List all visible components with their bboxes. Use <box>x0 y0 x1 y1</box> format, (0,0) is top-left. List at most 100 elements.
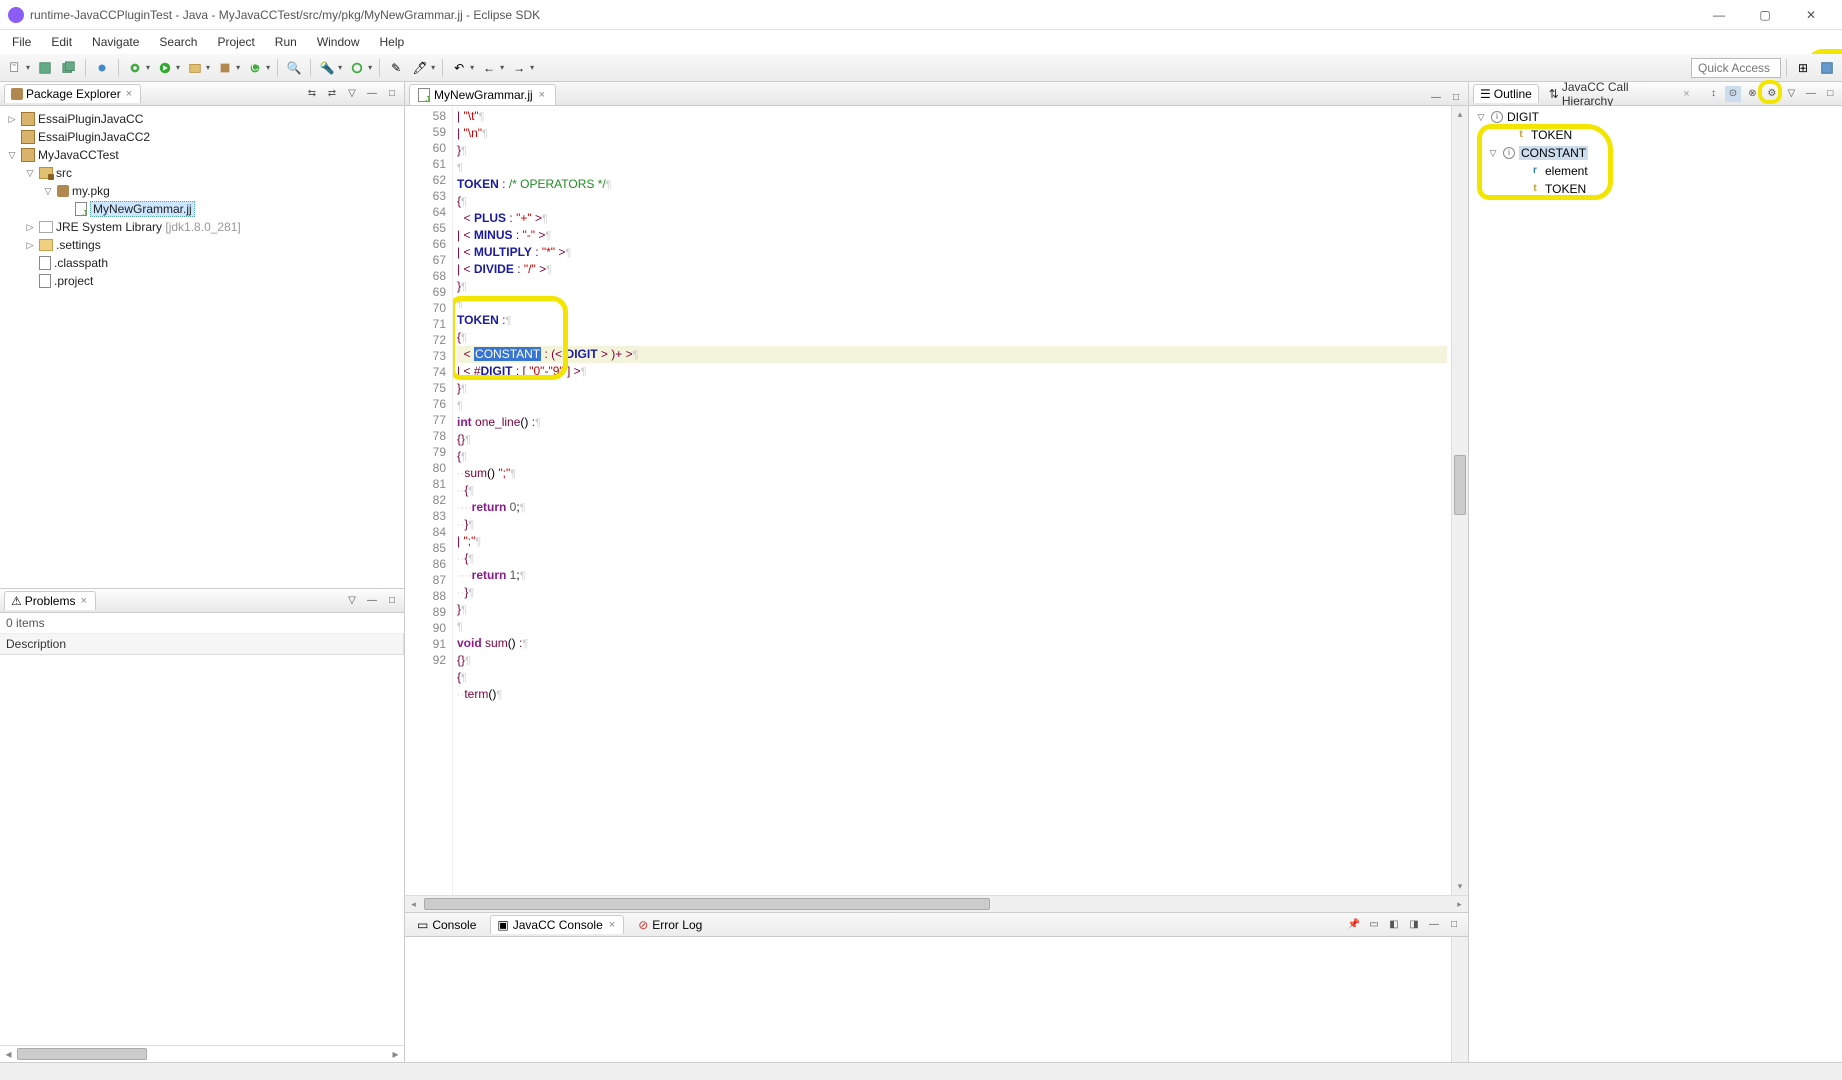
outline-node-token[interactable]: tTOKEN <box>1469 180 1842 198</box>
new-button[interactable] <box>4 57 26 79</box>
quick-access-input[interactable] <box>1691 58 1781 78</box>
refresh-button[interactable] <box>346 57 368 79</box>
problems-hscrollbar[interactable]: ◂ ▸ <box>0 1045 404 1062</box>
minimize-editor-button[interactable]: — <box>1428 89 1444 105</box>
scroll-left-icon[interactable]: ◂ <box>405 899 422 910</box>
debug-button[interactable] <box>124 57 146 79</box>
save-all-button[interactable] <box>58 57 80 79</box>
save-button[interactable] <box>34 57 56 79</box>
close-icon[interactable]: × <box>1681 88 1691 100</box>
scrollbar-thumb[interactable] <box>1454 455 1466 515</box>
display-selected-button[interactable]: ▭ <box>1366 917 1382 933</box>
menu-run[interactable]: Run <box>267 33 305 51</box>
filter-button[interactable]: ⚙ <box>1764 86 1779 102</box>
close-icon[interactable]: × <box>537 89 547 101</box>
pin-console-button[interactable]: 📌 <box>1346 917 1362 933</box>
package-explorer-tab[interactable]: Package Explorer × <box>4 84 141 103</box>
call-hierarchy-tab[interactable]: ⇅ JavaCC Call Hierarchy × <box>1543 78 1698 110</box>
minimize-console-button[interactable]: — <box>1426 917 1442 933</box>
outline-node-constant[interactable]: ▽iCONSTANT <box>1469 144 1842 162</box>
minimize-view-button[interactable]: — <box>364 86 380 102</box>
menu-window[interactable]: Window <box>309 33 368 51</box>
problems-body[interactable] <box>0 655 404 1046</box>
problems-tab[interactable]: ⚠ Problems × <box>4 591 96 610</box>
forward-button[interactable]: → <box>508 57 530 79</box>
maximize-button[interactable]: ▢ <box>1742 0 1788 30</box>
close-icon[interactable]: × <box>607 919 617 931</box>
focus-active-button[interactable]: ⊙ <box>1725 86 1740 102</box>
outline-tab[interactable]: ☰ Outline <box>1473 84 1539 103</box>
error-log-tab[interactable]: ⊘Error Log <box>632 916 708 934</box>
menu-help[interactable]: Help <box>372 33 413 51</box>
run-button[interactable] <box>154 57 176 79</box>
classpath-file-node[interactable]: .classpath <box>0 254 404 272</box>
project-node[interactable]: EssaiPluginJavaCC2 <box>0 128 404 146</box>
highlight-button[interactable]: 🖊 <box>409 57 431 79</box>
src-folder-node[interactable]: ▽src <box>0 164 404 182</box>
editor-body[interactable]: 58 59 60 61 62 63 64 65 66 67 68 69 70 7… <box>405 106 1468 895</box>
console-body[interactable] <box>405 937 1451 1062</box>
minimize-view-button[interactable]: — <box>364 592 380 608</box>
maximize-view-button[interactable]: □ <box>384 592 400 608</box>
outline-node-digit[interactable]: ▽iDIGIT <box>1469 108 1842 126</box>
new-java-package-button[interactable] <box>214 57 236 79</box>
skip-breakpoints-button[interactable] <box>91 57 113 79</box>
settings-folder-node[interactable]: ▷.settings <box>0 236 404 254</box>
menu-edit[interactable]: Edit <box>43 33 80 51</box>
back-button[interactable]: ← <box>478 57 500 79</box>
close-icon[interactable]: × <box>124 88 134 100</box>
console-vscrollbar[interactable] <box>1451 937 1468 1062</box>
view-menu-button[interactable]: ▽ <box>344 592 360 608</box>
console-toggle-1[interactable]: ◧ <box>1386 917 1402 933</box>
menu-project[interactable]: Project <box>209 33 262 51</box>
editor-tab[interactable]: MyNewGrammar.jj × <box>409 84 556 105</box>
scroll-down-icon[interactable]: ▾ <box>1452 878 1468 895</box>
collapse-all-button[interactable]: ⇆ <box>304 86 320 102</box>
javacc-console-tab[interactable]: ▣JavaCC Console× <box>490 915 624 934</box>
menu-search[interactable]: Search <box>151 33 205 51</box>
editor-hscrollbar[interactable]: ◂ ▸ <box>405 895 1468 912</box>
editor-vscrollbar[interactable]: ▴ ▾ <box>1451 106 1468 895</box>
scroll-up-icon[interactable]: ▴ <box>1452 106 1468 123</box>
outline-node-element[interactable]: relement <box>1469 162 1842 180</box>
project-node[interactable]: ▷EssaiPluginJavaCC <box>0 110 404 128</box>
menu-file[interactable]: File <box>4 33 39 51</box>
outline-node-token[interactable]: tTOKEN <box>1469 126 1842 144</box>
maximize-view-button[interactable]: □ <box>1823 86 1838 102</box>
open-perspective-button[interactable]: ⊞ <box>1792 57 1814 79</box>
package-explorer-tree[interactable]: ▷EssaiPluginJavaCC EssaiPluginJavaCC2 ▽M… <box>0 106 404 588</box>
link-editor-button[interactable]: ⇄ <box>324 86 340 102</box>
java-perspective-button[interactable] <box>1816 57 1838 79</box>
outline-tree[interactable]: ▽iDIGIT tTOKEN ▽iCONSTANT relement tTOKE… <box>1469 106 1842 1062</box>
console-toggle-2[interactable]: ◨ <box>1406 917 1422 933</box>
view-menu-button[interactable]: ▽ <box>1784 86 1799 102</box>
last-edit-location-button[interactable]: ↶ <box>448 57 470 79</box>
maximize-view-button[interactable]: □ <box>384 86 400 102</box>
sort-button[interactable]: ↕ <box>1706 86 1721 102</box>
scroll-right-icon[interactable]: ▸ <box>387 1047 404 1061</box>
maximize-editor-button[interactable]: □ <box>1448 89 1464 105</box>
view-menu-button[interactable]: ▽ <box>344 86 360 102</box>
scroll-right-icon[interactable]: ▸ <box>1451 899 1468 910</box>
jre-node[interactable]: ▷JRE System Library [jdk1.8.0_281] <box>0 218 404 236</box>
code-area[interactable]: | "\t"¶ | "\n"¶ }¶ ¶ TOKEN : /* OPERATOR… <box>453 106 1451 895</box>
search-button[interactable]: 🔦 <box>316 57 338 79</box>
minimize-button[interactable]: — <box>1696 0 1742 30</box>
console-tab[interactable]: ▭Console <box>411 916 482 934</box>
col-description[interactable]: Description <box>0 634 404 654</box>
new-java-class-button[interactable]: C <box>244 57 266 79</box>
close-icon[interactable]: × <box>78 595 88 607</box>
package-node[interactable]: ▽my.pkg <box>0 182 404 200</box>
project-file-node[interactable]: .project <box>0 272 404 290</box>
menu-navigate[interactable]: Navigate <box>84 33 147 51</box>
scrollbar-thumb[interactable] <box>17 1048 147 1060</box>
scroll-left-icon[interactable]: ◂ <box>0 1047 17 1061</box>
project-node[interactable]: ▽MyJavaCCTest <box>0 146 404 164</box>
maximize-console-button[interactable]: □ <box>1446 917 1462 933</box>
scrollbar-thumb[interactable] <box>424 898 990 910</box>
close-button[interactable]: ✕ <box>1788 0 1834 30</box>
minimize-view-button[interactable]: — <box>1803 86 1818 102</box>
new-java-project-button[interactable] <box>184 57 206 79</box>
file-node[interactable]: MyNewGrammar.jj <box>0 200 404 218</box>
toggle-mark-button[interactable]: ✎ <box>385 57 407 79</box>
